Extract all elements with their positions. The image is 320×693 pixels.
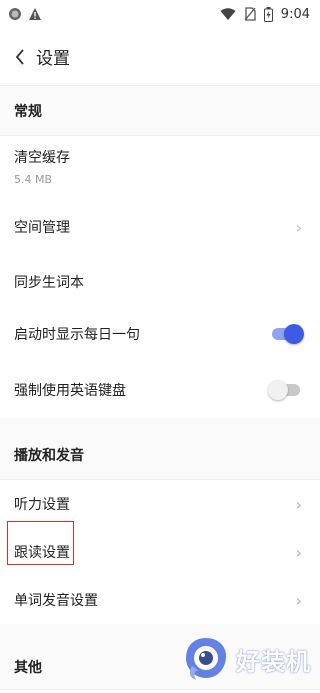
back-button[interactable] xyxy=(12,48,28,65)
section-header-playback: 播放和发音 xyxy=(0,430,320,480)
toggle-knob xyxy=(284,324,304,344)
page-title: 设置 xyxy=(36,49,70,69)
toggle-knob xyxy=(268,380,288,400)
force-english-keyboard-item[interactable]: 强制使用英语键盘 xyxy=(0,362,320,418)
sync-wordbook-item[interactable]: 同步生词本 xyxy=(0,258,320,306)
listening-settings-label: 听力设置 xyxy=(14,497,70,513)
daily-sentence-label: 启动时显示每日一句 xyxy=(14,327,140,343)
section-gap xyxy=(0,418,320,430)
daily-sentence-toggle[interactable] xyxy=(270,324,304,344)
no-sim-icon xyxy=(244,7,256,21)
app-notification-icon xyxy=(9,8,21,20)
status-bar: 9:04 xyxy=(0,0,320,28)
chevron-right-icon: › xyxy=(295,542,302,562)
chevron-right-icon: › xyxy=(295,590,302,610)
force-english-keyboard-label: 强制使用英语键盘 xyxy=(14,383,126,399)
status-right: 9:04 xyxy=(220,6,310,22)
warning-icon xyxy=(29,8,41,20)
chevron-left-icon xyxy=(15,48,24,65)
app-bar: 设置 xyxy=(0,28,320,86)
clear-cache-label: 清空缓存 xyxy=(14,149,70,166)
section-header-general: 常规 xyxy=(0,86,320,136)
word-pronunciation-settings-item[interactable]: 单词发音设置 › xyxy=(0,576,320,624)
chevron-right-icon: › xyxy=(295,217,302,237)
space-management-item[interactable]: 空间管理 › xyxy=(0,196,320,258)
watermark: 好装机 xyxy=(182,636,311,682)
battery-icon xyxy=(263,6,273,22)
highlight-box xyxy=(7,521,74,565)
space-management-label: 空间管理 xyxy=(14,220,70,236)
daily-sentence-item[interactable]: 启动时显示每日一句 xyxy=(0,306,320,362)
force-english-keyboard-toggle[interactable] xyxy=(268,380,302,400)
word-pronunciation-settings-label: 单词发音设置 xyxy=(14,593,98,609)
wifi-icon xyxy=(220,7,236,20)
status-time: 9:04 xyxy=(280,6,310,22)
chevron-right-icon: › xyxy=(295,494,302,514)
watermark-text: 好装机 xyxy=(236,647,311,676)
cache-size: 5.4 MB xyxy=(14,172,53,186)
sync-wordbook-label: 同步生词本 xyxy=(14,275,84,291)
watermark-logo-icon xyxy=(186,638,226,680)
status-left xyxy=(8,7,42,21)
clear-cache-item[interactable]: 清空缓存 5.4 MB xyxy=(0,136,320,196)
